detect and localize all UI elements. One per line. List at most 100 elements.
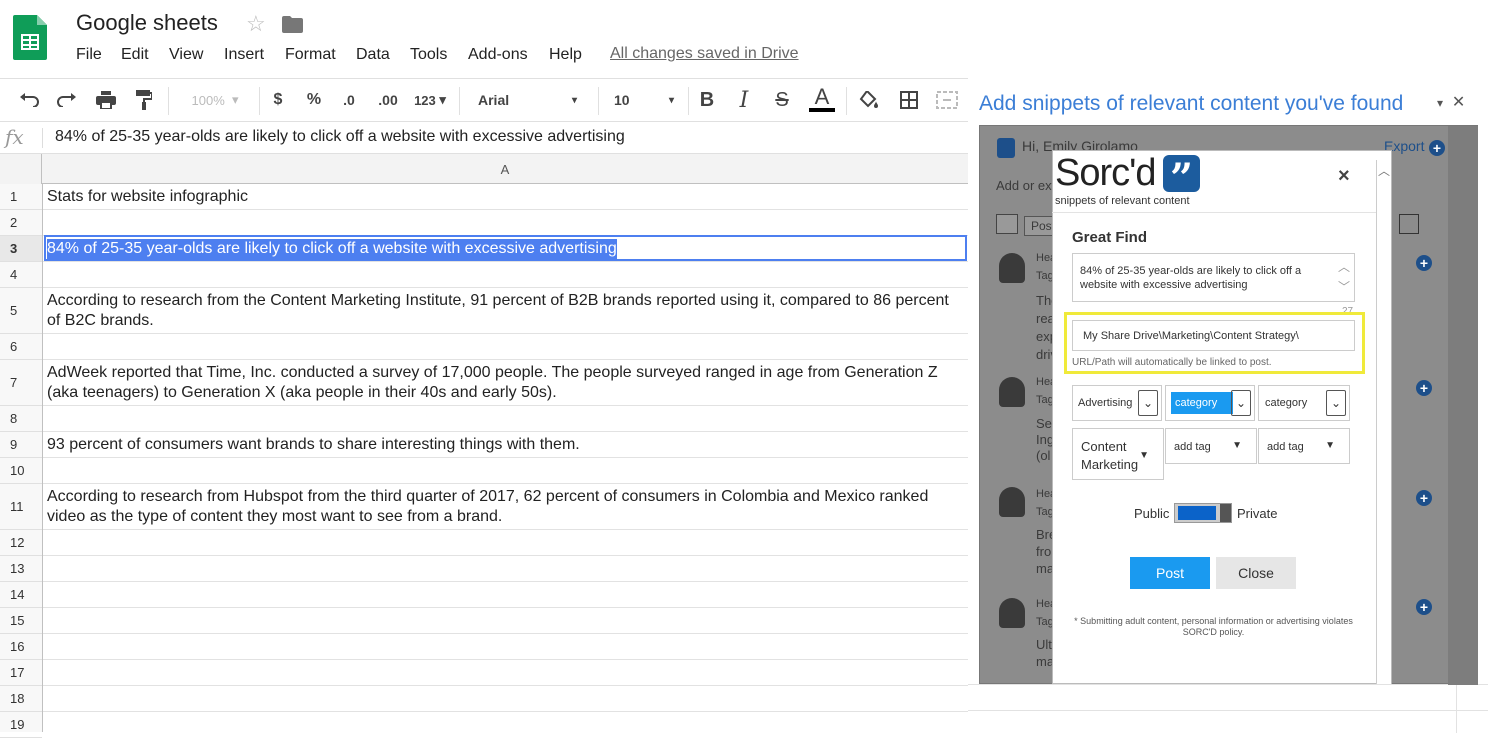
category-select-1[interactable]: Advertising &⌄ (1072, 385, 1162, 421)
menu-addons[interactable]: Add-ons (468, 46, 528, 64)
panel-scrollbar[interactable] (1448, 126, 1478, 685)
tag-select-1[interactable]: Content Marketing ▼ (1072, 428, 1164, 480)
cell-a8[interactable] (43, 406, 968, 432)
more-formats-label: 123 (414, 92, 436, 108)
decrease-decimal-button[interactable]: .0 (336, 79, 362, 121)
row-header[interactable]: 18 (0, 686, 42, 712)
export-plus-icon[interactable]: + (1429, 140, 1445, 156)
cell-a6[interactable] (43, 334, 968, 360)
menu-insert[interactable]: Insert (224, 46, 264, 64)
row-header[interactable]: 7 (0, 360, 42, 406)
row-header[interactable]: 16 (0, 634, 42, 660)
folder-icon[interactable] (282, 16, 303, 33)
close-button[interactable]: Close (1216, 557, 1296, 589)
snippet-textarea[interactable]: 84% of 25-35 year-olds are likely to cli… (1072, 253, 1355, 302)
row-header[interactable]: 14 (0, 582, 42, 608)
row-header[interactable]: 10 (0, 458, 42, 484)
toggle-knob[interactable] (1220, 504, 1231, 522)
collapse-icon[interactable]: ▾ (1437, 96, 1443, 110)
more-formats-button[interactable]: 123 ▾ (410, 79, 450, 121)
menu-format[interactable]: Format (285, 46, 336, 64)
menu-file[interactable]: File (76, 46, 102, 64)
cell-a7[interactable]: AdWeek reported that Time, Inc. conducte… (43, 360, 968, 406)
category-select-3[interactable]: category ⌄ (1258, 385, 1350, 421)
bold-button[interactable]: B (694, 79, 720, 121)
menu-edit[interactable]: Edit (121, 46, 149, 64)
dialog-close-icon[interactable]: × (1338, 165, 1350, 188)
row-header[interactable]: 2 (0, 210, 42, 236)
row-header[interactable]: 6 (0, 334, 42, 360)
close-icon[interactable]: ✕ (1452, 94, 1465, 111)
strikethrough-button[interactable]: S (769, 79, 795, 121)
post-button[interactable]: Post (1130, 557, 1210, 589)
save-status-link[interactable]: All changes saved in Drive (610, 45, 799, 63)
undo-icon[interactable] (14, 79, 44, 121)
filter-dropdown[interactable] (1399, 214, 1419, 234)
row-header[interactable]: 15 (0, 608, 42, 634)
currency-button[interactable]: $ (266, 79, 290, 121)
menu-view[interactable]: View (169, 46, 203, 64)
cell-a18[interactable] (43, 686, 968, 712)
add-item-plus-icon[interactable]: + (1416, 380, 1432, 396)
select-all-corner[interactable] (0, 154, 42, 184)
dialog-scrollbar[interactable]: ︿ (1376, 160, 1391, 684)
percent-button[interactable]: % (302, 79, 326, 121)
cell-a15[interactable] (43, 608, 968, 634)
document-title[interactable]: Google sheets (76, 10, 218, 36)
panel-controls[interactable]: ▾ ✕ (1437, 92, 1465, 112)
tag-select-3[interactable]: add tag ▼ (1258, 428, 1350, 464)
row-header[interactable]: 17 (0, 660, 42, 686)
add-item-plus-icon[interactable]: + (1416, 490, 1432, 506)
snippet-scroll-arrows[interactable]: ︿ ﹀ (1338, 257, 1350, 297)
formula-input[interactable]: 84% of 25-35 year-olds are likely to cli… (55, 128, 625, 146)
menu-help[interactable]: Help (549, 46, 582, 64)
cell-a4[interactable] (43, 262, 968, 288)
font-family-select[interactable]: Arial ▾ (470, 79, 585, 121)
tag-select-2[interactable]: add tag ▼ (1165, 428, 1257, 464)
paint-format-icon[interactable] (129, 79, 159, 121)
add-item-plus-icon[interactable]: + (1416, 599, 1432, 615)
increase-decimal-button[interactable]: .00 (372, 79, 404, 121)
cell-a14[interactable] (43, 582, 968, 608)
row-header[interactable]: 3 (0, 236, 42, 262)
menu-tools[interactable]: Tools (410, 46, 447, 64)
cell-a13[interactable] (43, 556, 968, 582)
fill-color-icon[interactable] (856, 79, 882, 121)
search-icon[interactable] (996, 214, 1018, 234)
cell-a16[interactable] (43, 634, 968, 660)
borders-icon[interactable] (896, 79, 922, 121)
cell-a10[interactable] (43, 458, 968, 484)
category-select-2[interactable]: category ⌄ (1165, 385, 1255, 421)
row-header[interactable]: 13 (0, 556, 42, 582)
redo-icon[interactable] (52, 79, 82, 121)
row-header[interactable]: 1 (0, 184, 42, 210)
font-size-select[interactable]: 10 ▾ (606, 79, 682, 121)
cell-a5[interactable]: According to research from the Content M… (43, 288, 968, 334)
cell-a9[interactable]: 93 percent of consumers want brands to s… (43, 432, 968, 458)
row-header[interactable]: 8 (0, 406, 42, 432)
url-path-input[interactable]: My Share Drive\Marketing\Content Strateg… (1072, 320, 1355, 351)
row-header[interactable]: 4 (0, 262, 42, 288)
cell-a1[interactable]: Stats for website infographic (43, 184, 968, 210)
row-header[interactable]: 11 (0, 484, 42, 530)
zoom-select[interactable]: 100% ▾ (180, 79, 250, 121)
italic-button[interactable]: I (731, 79, 757, 121)
search-post-field[interactable]: Post (1024, 216, 1055, 236)
column-header-a[interactable]: A (42, 154, 968, 184)
merge-cells-icon[interactable] (934, 79, 960, 121)
row-header[interactable]: 12 (0, 530, 42, 556)
cell-a11[interactable]: According to research from Hubspot from … (43, 484, 968, 530)
text-color-button[interactable]: A (807, 79, 837, 121)
cell-a2[interactable] (43, 210, 968, 236)
sheets-logo-icon[interactable] (13, 15, 47, 60)
cell-a12[interactable] (43, 530, 968, 556)
menu-data[interactable]: Data (356, 46, 390, 64)
cell-a19[interactable] (43, 712, 968, 732)
add-item-plus-icon[interactable]: + (1416, 255, 1432, 271)
star-icon[interactable]: ☆ (246, 11, 266, 37)
row-header[interactable]: 19 (0, 712, 42, 738)
row-header[interactable]: 9 (0, 432, 42, 458)
print-icon[interactable] (91, 79, 121, 121)
cell-a17[interactable] (43, 660, 968, 686)
row-header[interactable]: 5 (0, 288, 42, 334)
